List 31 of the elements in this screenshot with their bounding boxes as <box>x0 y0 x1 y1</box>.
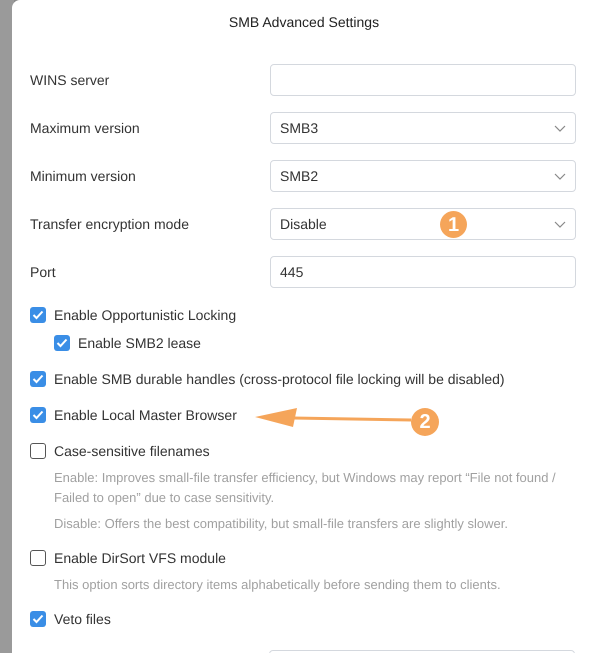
option-description: Disable: Offers the best compatibility, but small-file transfers are slightly slower. <box>53 515 509 533</box>
checkbox[interactable] <box>30 371 46 387</box>
chevron-down-icon <box>554 220 566 228</box>
checkbox[interactable] <box>30 611 46 627</box>
field-label: WINS server <box>30 70 110 90</box>
chevron-down-icon <box>554 172 566 180</box>
checkbox-label: Enable Opportunistic Locking <box>54 306 236 325</box>
checkbox-label: Enable Local Master Browser <box>54 406 237 424</box>
input-field[interactable]: 445 <box>270 256 576 288</box>
checkbox-label: Enable SMB2 lease <box>78 334 201 352</box>
checkbox-label: Enable DirSort VFS module <box>54 548 226 568</box>
checkbox[interactable] <box>30 407 46 423</box>
field-label: Port <box>30 262 56 282</box>
option-description: Enable: Improves small-file transfer efficiency, but Windows may report “File not found / Failed to open” due to case sensitivity. <box>53 469 557 507</box>
input-field[interactable] <box>270 64 576 96</box>
checkbox[interactable] <box>30 443 46 459</box>
dropdown[interactable]: SMB3 <box>270 112 576 144</box>
arrow-icon <box>253 406 413 430</box>
checkbox-label: Case-sensitive filenames <box>54 442 210 460</box>
field-label: Maximum version <box>30 118 140 138</box>
checkbox[interactable] <box>30 550 46 566</box>
option-description: This option sorts directory items alphabetically before sending them to clients. <box>53 576 502 594</box>
checkbox[interactable] <box>54 335 70 351</box>
checkbox[interactable] <box>30 307 46 323</box>
chevron-down-icon <box>554 124 566 132</box>
checkbox-label: Veto files <box>54 610 111 628</box>
dropdown[interactable]: SMB2 <box>270 160 576 192</box>
field-label: Transfer encryption mode <box>30 214 189 234</box>
dialog-title: SMB Advanced Settings <box>228 13 380 32</box>
field-label: Minimum version <box>30 166 136 186</box>
checkbox-label: Enable SMB durable handles (cross-protocol file locking will be disabled) <box>54 370 505 389</box>
